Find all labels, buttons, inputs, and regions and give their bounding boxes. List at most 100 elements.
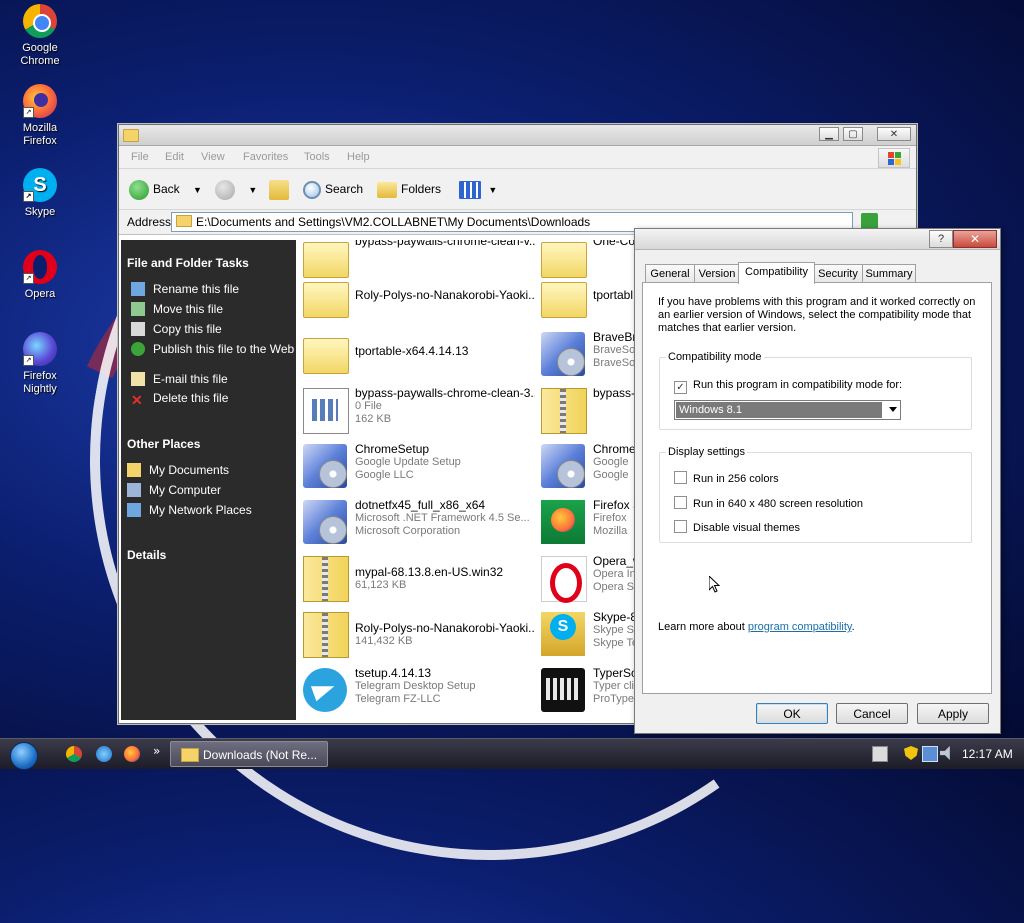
search-button[interactable]: Search (303, 178, 363, 200)
dialog-close-button[interactable]: ✕ (953, 230, 997, 248)
security-shield-icon[interactable] (904, 746, 918, 760)
toolbar: Back ▼ ▼ Search Folders ▼ (119, 169, 916, 210)
chevron-down-icon[interactable]: ▼ (193, 185, 202, 195)
folder-icon (181, 748, 199, 762)
zip-icon (541, 388, 587, 434)
program-compatibility-link[interactable]: program compatibility (748, 621, 852, 633)
task-copy[interactable]: Copy this file (131, 322, 281, 336)
volume-icon[interactable] (940, 746, 950, 760)
run-640x480-checkbox[interactable]: Run in 640 x 480 screen resolution (674, 496, 863, 510)
tab-summary[interactable]: Summary (862, 264, 916, 283)
tab-general[interactable]: General (645, 264, 695, 283)
group-title: Display settings (666, 446, 748, 458)
group-title: Compatibility mode (666, 351, 764, 363)
shortcut-arrow-icon: ↗ (23, 355, 34, 366)
task-delete[interactable]: ✕ Delete this file (131, 392, 281, 408)
learn-more-text: Learn more about program compatibility. (658, 621, 855, 633)
disable-themes-checkbox[interactable]: Disable visual themes (674, 520, 800, 534)
clock[interactable]: 12:17 AM (962, 747, 1013, 761)
desktop-icon-chrome[interactable]: Google Chrome (6, 2, 74, 68)
back-arrow-icon (129, 179, 149, 200)
list-item[interactable]: dotnetfx45_full_x86_x64 Microsoft .NET Fr… (299, 496, 534, 548)
skype-icon: S ↗ (23, 168, 57, 202)
run-256-colors-checkbox[interactable]: Run in 256 colors (674, 471, 779, 485)
cancel-button[interactable]: Cancel (836, 703, 908, 724)
compatibility-mode-checkbox[interactable]: ✓ Run this program in compatibility mode … (674, 379, 902, 394)
chrome-icon (23, 4, 57, 38)
desktop-icon-label: Mozilla Firefox (22, 122, 58, 147)
delete-icon: ✕ (131, 392, 143, 408)
task-rename[interactable]: Rename this file (131, 282, 281, 296)
menu-edit[interactable]: Edit (165, 151, 184, 163)
explorer-titlebar[interactable]: ▁ ▢ ✕ (119, 125, 916, 146)
menu-favorites[interactable]: Favorites (243, 151, 288, 163)
tasks-pane: File and Folder Tasks Rename this file M… (121, 240, 296, 720)
folder-icon (176, 215, 192, 227)
other-places-heading[interactable]: Other Places (127, 437, 200, 451)
list-item[interactable]: ChromeSetup Google Update Setup Google LLC (299, 440, 534, 492)
menu-help[interactable]: Help (347, 151, 370, 163)
chevron-down-icon[interactable]: ▼ (248, 185, 257, 195)
minimize-button[interactable]: ▁ (819, 127, 839, 141)
desktop-icon-opera[interactable]: ↗ Opera (6, 248, 74, 301)
internet-explorer-icon[interactable] (96, 746, 112, 762)
place-my-documents[interactable]: My Documents (127, 463, 277, 477)
task-email[interactable]: E-mail this file (131, 372, 281, 386)
back-button[interactable]: Back ▼ (129, 178, 202, 200)
compatibility-intro: If you have problems with this program a… (658, 296, 976, 334)
desktop-icon-label: Google Chrome (20, 42, 60, 67)
quicklaunch-overflow[interactable]: » (153, 744, 160, 758)
list-item[interactable]: mypal-68.13.8.en-US.win32 61,123 KB (299, 552, 534, 604)
shortcut-arrow-icon: ↗ (23, 107, 34, 118)
list-item[interactable]: tportable-x64.4.14.13 (299, 328, 534, 380)
menu-tools[interactable]: Tools (304, 151, 330, 163)
close-button[interactable]: ✕ (877, 127, 911, 141)
dialog-titlebar[interactable]: ? ✕ (635, 229, 1000, 250)
properties-dialog: ? ✕ General Version Compatibility Securi… (634, 228, 1001, 734)
search-icon (303, 180, 321, 199)
start-button[interactable] (10, 742, 38, 770)
list-item[interactable]: Roly-Polys-no-Nanakorobi-Yaoki... 141,432… (299, 608, 535, 660)
compatibility-mode-select[interactable]: Windows 8.1 (674, 400, 901, 420)
help-button[interactable]: ? (929, 230, 953, 248)
list-item[interactable]: Roly-Polys-no-Nanakorobi-Yaoki... (299, 272, 535, 324)
task-move[interactable]: Move this file (131, 302, 281, 316)
keyboard-icon[interactable] (872, 746, 888, 762)
folder-icon (303, 282, 349, 318)
tab-security[interactable]: Security (813, 264, 863, 283)
tasks-heading[interactable]: File and Folder Tasks (127, 256, 249, 270)
tab-compatibility[interactable]: Compatibility (738, 262, 815, 284)
maximize-button[interactable]: ▢ (843, 127, 863, 141)
list-item[interactable]: bypass-paywalls-chrome-clean-3.... 0 File… (299, 384, 535, 436)
network-icon[interactable] (922, 746, 938, 762)
address-text: E:\Documents and Settings\VM2.COLLABNET\… (196, 215, 591, 229)
up-folder-button[interactable] (269, 178, 293, 200)
ok-button[interactable]: OK (756, 703, 828, 724)
details-heading[interactable]: Details (127, 548, 166, 562)
menu-file[interactable]: File (131, 151, 149, 163)
list-item[interactable]: tsetup.4.14.13 Telegram Desktop Setup Tele… (299, 664, 534, 716)
desktop-icon-skype[interactable]: S ↗ Skype (6, 166, 74, 219)
chrome-icon[interactable] (66, 746, 82, 762)
tab-version[interactable]: Version (694, 264, 740, 283)
rename-icon (131, 282, 145, 296)
forward-button[interactable]: ▼ (215, 178, 257, 200)
firefox-icon[interactable] (124, 746, 140, 762)
network-icon (127, 503, 141, 517)
place-my-computer[interactable]: My Computer (127, 483, 277, 497)
desktop-icon-firefox-nightly[interactable]: ↗ Firefox Nightly (6, 330, 74, 396)
menu-bar: File Edit View Favorites Tools Help (119, 146, 916, 169)
views-button[interactable]: ▼ (459, 178, 497, 200)
apply-button[interactable]: Apply (917, 703, 989, 724)
publish-icon (131, 342, 145, 356)
folders-button[interactable]: Folders (377, 178, 441, 200)
display-settings-group: Display settings Run in 256 colors Run i… (659, 446, 972, 543)
folder-icon (541, 282, 587, 318)
place-my-network[interactable]: My Network Places (127, 503, 277, 517)
dotnet-installer-icon (303, 500, 347, 544)
menu-view[interactable]: View (201, 151, 225, 163)
desktop-icon-firefox[interactable]: ↗ Mozilla Firefox (6, 82, 74, 148)
task-publish[interactable]: Publish this file to the Web (131, 342, 303, 356)
taskbar-item-downloads[interactable]: Downloads (Not Re... (170, 741, 328, 767)
chevron-down-icon[interactable]: ▼ (488, 185, 497, 195)
